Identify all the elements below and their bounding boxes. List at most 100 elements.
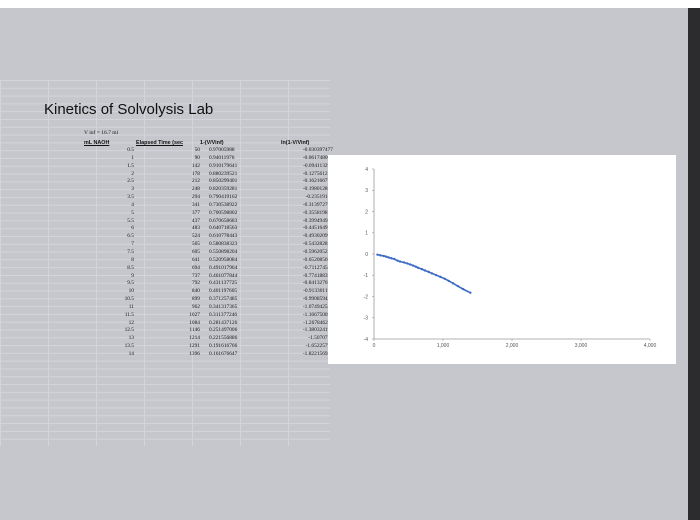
table-cell[interactable]: 5.5 bbox=[84, 218, 134, 226]
column-header-ml-naoh[interactable]: mL NAOH bbox=[84, 139, 134, 147]
table-cell[interactable]: 11 bbox=[84, 304, 134, 312]
table-cell[interactable]: 0.311377246 bbox=[200, 312, 271, 320]
table-cell[interactable]: 0.5 bbox=[84, 147, 134, 155]
table-cell[interactable]: -0.355819878 bbox=[271, 210, 333, 218]
table-cell[interactable]: -0.596205235 bbox=[271, 249, 333, 257]
table-cell[interactable]: 1146 bbox=[134, 327, 200, 335]
table-cell[interactable]: 1.5 bbox=[84, 163, 134, 171]
table-cell[interactable]: 4 bbox=[84, 202, 134, 210]
table-cell[interactable]: 0.910179641 bbox=[200, 163, 271, 171]
column-header-elapsed-time[interactable]: Elapsed Time (sec bbox=[134, 139, 200, 147]
table-cell[interactable]: -1.166750094 bbox=[271, 312, 333, 320]
table-cell[interactable]: 0.401197605 bbox=[200, 288, 271, 296]
table-cell[interactable]: 12 bbox=[84, 320, 134, 328]
table-cell[interactable]: 0.161676647 bbox=[200, 351, 271, 359]
table-cell[interactable]: 8 bbox=[84, 257, 134, 265]
table-cell[interactable]: 483 bbox=[134, 225, 200, 233]
table-cell[interactable]: 605 bbox=[134, 249, 200, 257]
table-cell[interactable]: -0.913301193 bbox=[271, 288, 333, 296]
table-cell[interactable]: -0.23519189 bbox=[271, 194, 333, 202]
table-cell[interactable]: 0.281437126 bbox=[200, 320, 271, 328]
table-cell[interactable]: -1.822156946 bbox=[271, 351, 333, 359]
table-cell[interactable]: 0.820359281 bbox=[200, 186, 271, 194]
table-cell[interactable]: 6 bbox=[84, 225, 134, 233]
table-cell[interactable]: 0.94011976 bbox=[200, 155, 271, 163]
table-cell[interactable]: 840 bbox=[134, 288, 200, 296]
table-cell[interactable]: -0.313972768 bbox=[271, 202, 333, 210]
table-cell[interactable]: 0.790419162 bbox=[200, 194, 271, 202]
table-cell[interactable]: -0.841327693 bbox=[271, 280, 333, 288]
table-cell[interactable]: 13 bbox=[84, 335, 134, 343]
table-cell[interactable]: 0.341317365 bbox=[200, 304, 271, 312]
vertical-scrollbar[interactable] bbox=[688, 8, 700, 520]
table-cell[interactable]: 2 bbox=[84, 171, 134, 179]
table-cell[interactable]: 10 bbox=[84, 288, 134, 296]
table-cell[interactable]: 9 bbox=[84, 273, 134, 281]
table-cell[interactable]: 437 bbox=[134, 218, 200, 226]
table-cell[interactable]: -0.061748007 bbox=[271, 155, 333, 163]
table-cell[interactable]: 3.5 bbox=[84, 194, 134, 202]
table-cell[interactable]: 0.880239521 bbox=[200, 171, 271, 179]
table-cell[interactable]: 2.5 bbox=[84, 178, 134, 186]
table-cell[interactable]: 1291 bbox=[134, 343, 200, 351]
table-cell[interactable]: 565 bbox=[134, 241, 200, 249]
table-cell[interactable]: 1084 bbox=[134, 320, 200, 328]
table-cell[interactable]: -0.445164978 bbox=[271, 225, 333, 233]
table-cell[interactable]: -0.030397477 bbox=[271, 147, 333, 155]
table-cell[interactable]: 792 bbox=[134, 280, 200, 288]
table-cell[interactable]: -1.267846211 bbox=[271, 320, 333, 328]
table-cell[interactable]: 7.5 bbox=[84, 249, 134, 257]
table-cell[interactable]: 12.5 bbox=[84, 327, 134, 335]
table-cell[interactable]: 377 bbox=[134, 210, 200, 218]
table-cell[interactable]: 899 bbox=[134, 296, 200, 304]
table-cell[interactable]: 7 bbox=[84, 241, 134, 249]
table-cell[interactable]: 11.5 bbox=[84, 312, 134, 320]
table-cell[interactable]: 50 bbox=[134, 147, 200, 155]
table-cell[interactable]: -0.198012887 bbox=[271, 186, 333, 194]
table-cell[interactable]: 8.5 bbox=[84, 265, 134, 273]
table-cell[interactable]: 0.191616766 bbox=[200, 343, 271, 351]
table-cell[interactable]: -0.652085694 bbox=[271, 257, 333, 265]
table-cell[interactable]: 0.431137725 bbox=[200, 280, 271, 288]
table-cell[interactable]: -1.380324194 bbox=[271, 327, 333, 335]
table-cell[interactable]: -0.399494941 bbox=[271, 218, 333, 226]
table-cell[interactable]: 0.700598802 bbox=[200, 210, 271, 218]
table-cell[interactable]: 0.670658683 bbox=[200, 218, 271, 226]
table-cell[interactable]: 0.251497006 bbox=[200, 327, 271, 335]
table-cell[interactable]: -1.5070759 bbox=[271, 335, 333, 343]
table-cell[interactable]: 10.5 bbox=[84, 296, 134, 304]
chart-panel[interactable]: 4 3 2 1 0 -1 -2 -3 -4 0 1,000 2,000 3,000 4,000 bbox=[328, 155, 676, 364]
table-cell[interactable]: 14 bbox=[84, 351, 134, 359]
table-cell[interactable]: 1 bbox=[84, 155, 134, 163]
table-cell[interactable]: 13.5 bbox=[84, 343, 134, 351]
table-cell[interactable]: 694 bbox=[134, 265, 200, 273]
table-cell[interactable]: 3 bbox=[84, 186, 134, 194]
table-cell[interactable]: 0.610778443 bbox=[200, 233, 271, 241]
table-cell[interactable]: 1214 bbox=[134, 335, 200, 343]
table-cell[interactable]: 248 bbox=[134, 186, 200, 194]
table-cell[interactable]: -1.074942545 bbox=[271, 304, 333, 312]
table-cell[interactable]: -0.774188391 bbox=[271, 273, 333, 281]
table-cell[interactable]: -0.162166755 bbox=[271, 178, 333, 186]
table-cell[interactable]: 0.730538922 bbox=[200, 202, 271, 210]
table-cell[interactable]: 0.221556886 bbox=[200, 335, 271, 343]
table-cell[interactable]: 524 bbox=[134, 233, 200, 241]
table-cell[interactable]: -0.990859427 bbox=[271, 296, 333, 304]
table-cell[interactable]: 5 bbox=[84, 210, 134, 218]
table-cell[interactable]: -0.711274565 bbox=[271, 265, 333, 273]
table-cell[interactable]: 341 bbox=[134, 202, 200, 210]
table-cell[interactable]: 1027 bbox=[134, 312, 200, 320]
table-cell[interactable]: 9.5 bbox=[84, 280, 134, 288]
table-cell[interactable]: 0.640718563 bbox=[200, 225, 271, 233]
column-header-ln[interactable]: ln(1-V/Vinf) bbox=[271, 139, 333, 147]
table-cell[interactable]: 641 bbox=[134, 257, 200, 265]
table-cell[interactable]: 0.97005988 bbox=[200, 147, 271, 155]
table-cell[interactable]: 0.850299401 bbox=[200, 178, 271, 186]
table-cell[interactable]: 6.5 bbox=[84, 233, 134, 241]
table-cell[interactable]: -0.493020999 bbox=[271, 233, 333, 241]
table-cell[interactable]: 90 bbox=[134, 155, 200, 163]
table-cell[interactable]: -1.65225791 bbox=[271, 343, 333, 351]
table-cell[interactable]: 212 bbox=[134, 178, 200, 186]
table-cell[interactable]: 0.520958084 bbox=[200, 257, 271, 265]
table-cell[interactable]: 0.461077844 bbox=[200, 273, 271, 281]
